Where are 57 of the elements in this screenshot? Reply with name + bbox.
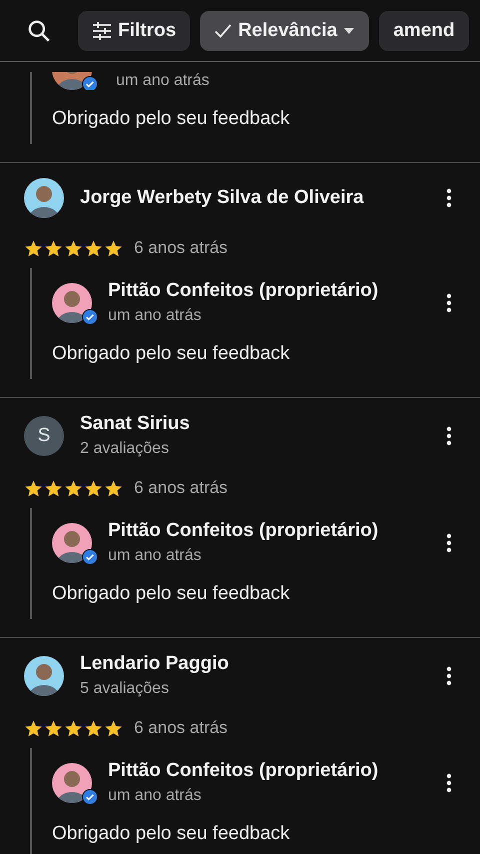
reply-time: um ano atrás [108,547,202,565]
more-options-button[interactable] [446,188,452,208]
star-icon [44,478,63,498]
search-button[interactable] [26,18,52,44]
avatar-icon [52,282,92,322]
caret-icon [343,26,356,34]
verified-icon [82,76,98,90]
reviewer-name: Jorge Werbety Silva de Oliveira [80,187,365,209]
reply-time: um ano atrás [108,787,202,805]
reply-time: um ano atrás [108,307,202,325]
verified-icon [82,308,98,324]
reply-time: um ano atrás [116,72,210,90]
reviewer-name: Sanat Sirius [80,413,191,435]
more-options-button[interactable] [446,426,452,446]
avatar-icon [52,522,92,562]
reply-text: Obrigado pelo seu feedback [52,823,291,845]
owner-name: Pittão Confeitos (proprietário) [108,520,380,542]
avatar-letter: S [38,424,50,446]
avatar-icon [24,178,64,218]
star-icon [104,238,123,258]
star-icon [24,718,43,738]
avatar-icon [52,762,92,802]
star-icon [84,478,103,498]
star-icon [104,478,123,498]
review-time: 6 anos atrás [134,718,228,738]
star-icon [64,718,83,738]
more-options-button[interactable] [446,666,452,686]
sliders-icon [92,22,112,40]
reply-text: Obrigado pelo seu feedback [52,108,291,130]
reviewer-name: Lendario Paggio [80,653,230,675]
verified-icon [82,788,98,804]
more-options-button[interactable] [446,532,452,552]
filter-chip[interactable]: amend [379,10,469,50]
more-options-button[interactable] [446,772,452,792]
verified-icon [82,548,98,564]
review-time: 6 anos atrás [134,238,228,258]
star-icon [24,478,43,498]
reply-text: Obrigado pelo seu feedback [52,583,291,605]
star-icon [64,238,83,258]
star-icon [64,478,83,498]
review-count: 5 avaliações [80,680,170,698]
star-icon [24,238,43,258]
more-options-button[interactable] [446,292,452,312]
avatar-icon [24,656,64,696]
star-icon [44,718,63,738]
star-icon [44,238,63,258]
check-icon [214,22,232,38]
reply-text: Obrigado pelo seu feedback [52,343,291,365]
star-icon [84,238,103,258]
owner-name: Pittão Confeitos (proprietário) [108,280,380,302]
review-count: 2 avaliações [80,440,170,458]
owner-name: Pittão Confeitos (proprietário) [108,760,380,782]
star-icon [104,718,123,738]
star-icon [84,718,103,738]
review-time: 6 anos atrás [134,478,228,498]
filter-button[interactable]: Filtros [78,10,190,50]
sort-chip[interactable]: Relevância [200,10,370,50]
